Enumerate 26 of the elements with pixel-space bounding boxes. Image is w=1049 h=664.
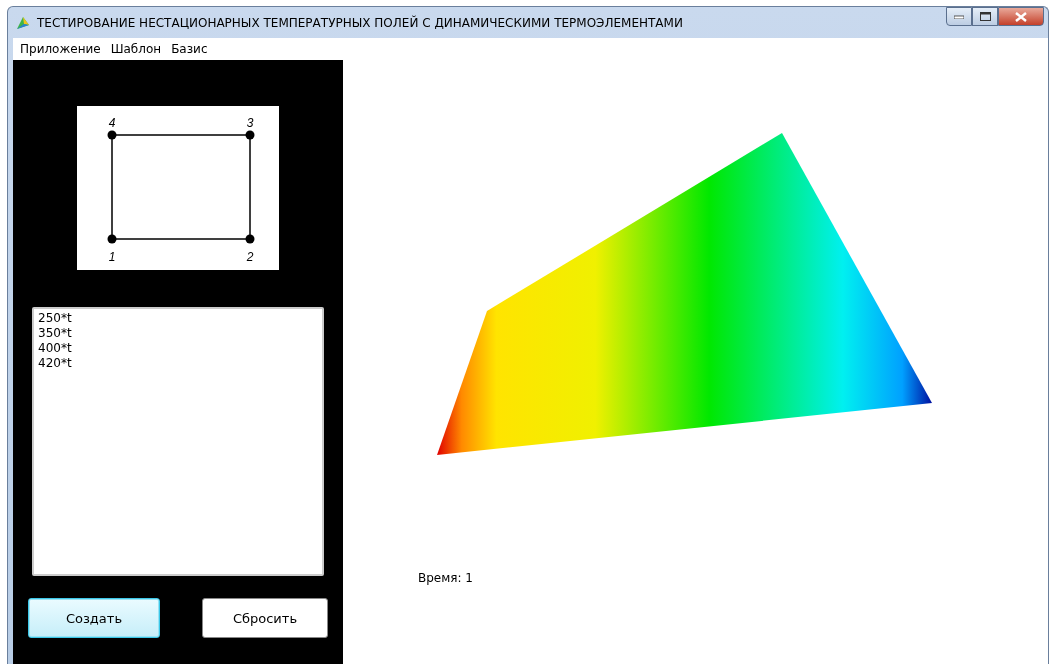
node-point [245, 130, 255, 140]
time-label: Время: 1 [418, 571, 473, 585]
close-button[interactable] [998, 7, 1044, 26]
node-point [107, 130, 117, 140]
create-button[interactable]: Создать [28, 598, 160, 638]
list-item[interactable]: 420*t [38, 356, 318, 371]
reset-button[interactable]: Сбросить [202, 598, 328, 638]
node-label: 1 [108, 250, 116, 264]
node-label: 2 [246, 250, 254, 264]
list-item[interactable]: 350*t [38, 326, 318, 341]
node-label: 4 [108, 116, 116, 130]
minimize-icon [954, 14, 964, 19]
node-label: 3 [246, 116, 254, 130]
maximize-icon [979, 12, 991, 21]
list-item[interactable]: 250*t [38, 311, 318, 326]
minimize-button[interactable] [946, 7, 972, 26]
node-point [245, 234, 255, 244]
list-item[interactable]: 400*t [38, 341, 318, 356]
function-list[interactable]: 250*t 350*t 400*t 420*t [32, 307, 324, 576]
menu-item[interactable]: Приложение [17, 42, 108, 56]
node-point [107, 234, 117, 244]
window-title: ТЕСТИРОВАНИЕ НЕСТАЦИОНАРНЫХ ТЕМПЕРАТУРНЫХ ПОЛЕЙ С ДИНАМИЧЕСКИМИ ТЕРМОЭЛЕМЕНТАМИ [37, 15, 684, 30]
maximize-button[interactable] [972, 7, 998, 26]
menu-item[interactable]: Базис [168, 42, 215, 56]
menu-item[interactable]: Шаблон [107, 42, 169, 56]
close-icon [1015, 11, 1027, 22]
